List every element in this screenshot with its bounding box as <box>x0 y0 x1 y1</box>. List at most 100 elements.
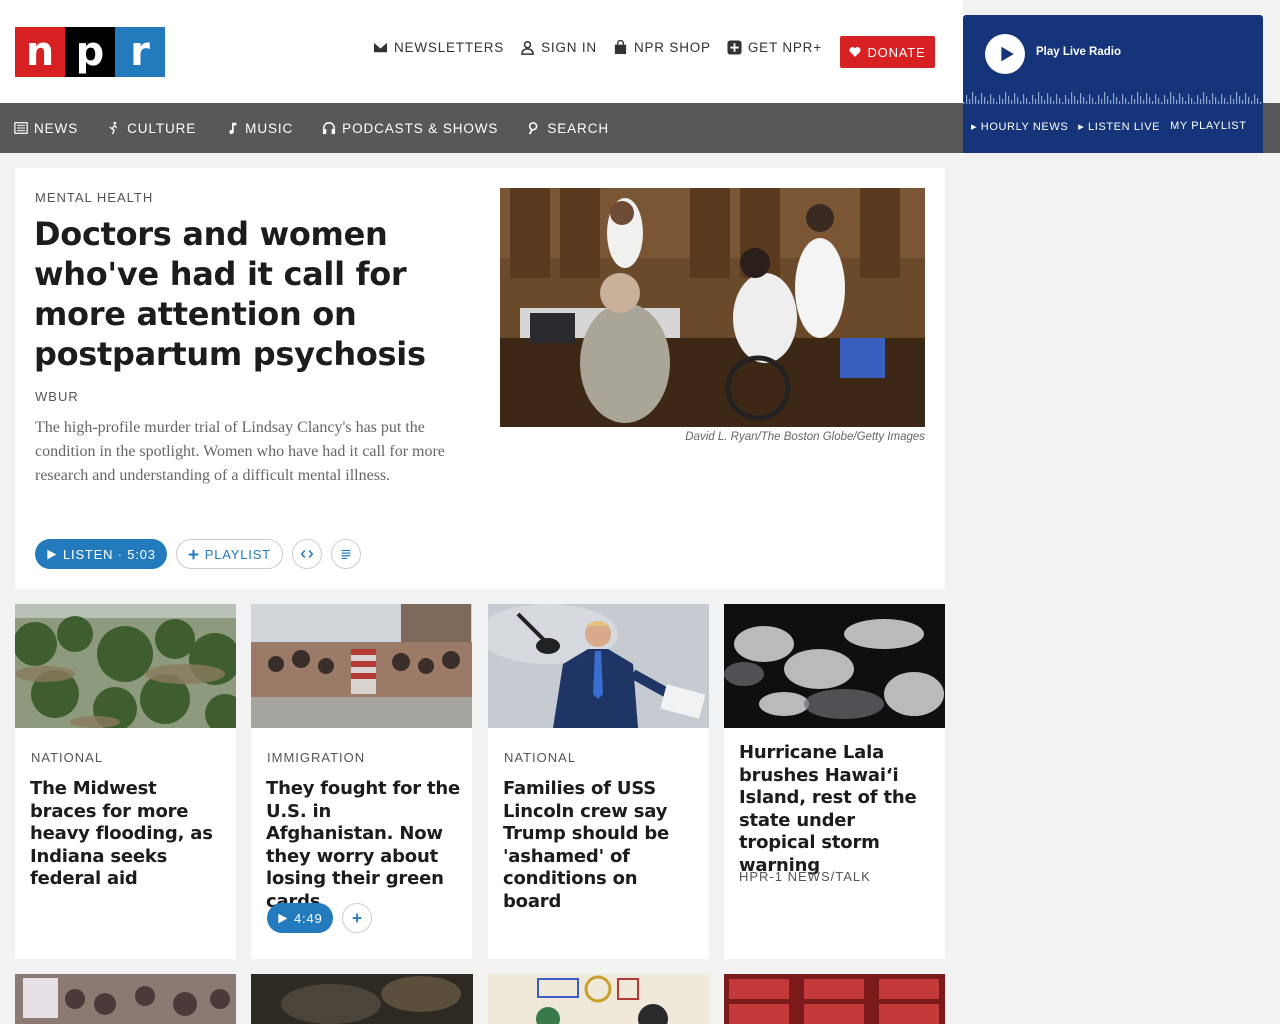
featured-actions: LISTEN · 5:03 PLAYLIST <box>35 539 361 569</box>
transcript-button[interactable] <box>330 539 361 569</box>
story-image[interactable] <box>251 604 472 728</box>
nav-item-culture[interactable]: CULTURE <box>107 121 196 136</box>
waveform-bar <box>1113 93 1115 104</box>
logo-letter-n: n <box>15 27 65 77</box>
embed-button[interactable] <box>291 539 322 569</box>
waveform-bar <box>1011 100 1013 104</box>
nav-item-podcasts[interactable]: PODCASTS & SHOWS <box>322 121 498 136</box>
waveform-bar <box>1128 102 1130 104</box>
hourly-news-link[interactable]: ▸ HOURLY NEWS <box>971 120 1068 133</box>
my-playlist-link[interactable]: MY PLAYLIST <box>1170 120 1247 133</box>
sign-in-link[interactable]: SIGN IN <box>520 40 597 55</box>
waveform-bar <box>1218 101 1220 104</box>
play-live-radio-label: Play Live Radio <box>1036 46 1122 58</box>
waveform-bar <box>1071 92 1073 104</box>
waveform-bar <box>1176 100 1178 104</box>
waveform-bar <box>1257 98 1259 104</box>
newsletters-link[interactable]: NEWSLETTERS <box>373 40 504 55</box>
waveform-bar <box>1056 94 1058 104</box>
story-card-image-partial[interactable] <box>724 974 945 1024</box>
waveform-bar <box>987 101 989 104</box>
nav-item-music[interactable]: MUSIC <box>225 121 293 136</box>
get-npr-plus-link[interactable]: GET NPR+ <box>727 40 822 55</box>
npr-shop-link[interactable]: NPR SHOP <box>613 40 711 55</box>
story-image[interactable] <box>15 604 236 728</box>
waveform-bar <box>1203 92 1205 104</box>
featured-image[interactable] <box>500 188 925 427</box>
listen-button[interactable]: 4:49 <box>267 903 333 933</box>
story-slug[interactable]: IMMIGRATION <box>267 750 365 765</box>
story-slug[interactable]: NATIONAL <box>504 750 576 765</box>
donate-button[interactable]: DONATE <box>840 36 935 68</box>
waveform-bar <box>1077 100 1079 104</box>
waveform-bar <box>1065 95 1067 104</box>
waveform-bar <box>1083 97 1085 104</box>
waveform-bar <box>1023 94 1025 104</box>
waveform-bar <box>1215 97 1217 104</box>
waveform-bar <box>1170 92 1172 104</box>
plus-square-icon <box>727 40 742 55</box>
waveform-bar <box>1044 100 1046 104</box>
waveform-bar <box>1251 101 1253 104</box>
culture-icon <box>109 121 118 135</box>
play-icon <box>278 913 288 923</box>
waveform-bar <box>1245 93 1247 104</box>
waveform-bar <box>1035 99 1037 104</box>
listen-button[interactable]: LISTEN · 5:03 <box>35 539 167 569</box>
featured-slug[interactable]: MENTAL HEALTH <box>35 190 153 205</box>
featured-teaser[interactable]: The high-profile murder trial of Lindsay… <box>35 416 463 488</box>
trump-photo <box>488 604 709 728</box>
waveform-bar <box>1152 101 1154 104</box>
nav-item-search-label: SEARCH <box>547 120 610 136</box>
waveform-bar <box>1221 94 1223 104</box>
story-title[interactable]: They fought for the U.S. in Afghanistan.… <box>266 778 462 913</box>
waveform-bar <box>1020 101 1022 104</box>
waveform-bar <box>1188 94 1190 104</box>
add-to-playlist-button[interactable] <box>341 903 372 933</box>
npr-logo[interactable]: n p r <box>15 27 165 77</box>
featured-org: WBUR <box>35 389 79 404</box>
waveform-bar <box>1260 102 1262 104</box>
waveform-bar <box>972 92 974 104</box>
nav-item-search[interactable]: SEARCH <box>527 121 609 136</box>
story-image[interactable] <box>488 604 709 728</box>
waveform-bar <box>1005 92 1007 104</box>
featured-title[interactable]: Doctors and women who've had it call for… <box>34 214 474 374</box>
story-card-image-partial[interactable] <box>488 974 709 1024</box>
waveform-bar <box>978 100 980 104</box>
play-live-radio-button[interactable] <box>985 34 1025 74</box>
waveform-bar <box>1041 96 1043 104</box>
waveform-bar <box>1185 101 1187 104</box>
waveform-bar <box>1179 93 1181 104</box>
waveform-bar <box>1131 95 1133 104</box>
nav-item-news[interactable]: NEWS <box>14 121 78 136</box>
story-card: IMMIGRATION They fought for the U.S. in … <box>251 604 472 959</box>
story-image[interactable] <box>724 604 945 728</box>
newsletters-label: NEWSLETTERS <box>394 40 505 55</box>
story-card-image-partial[interactable] <box>15 974 236 1024</box>
story-title[interactable]: Families of USS Lincoln crew say Trump s… <box>503 778 699 913</box>
waveform-bar <box>1140 96 1142 104</box>
waveform-bar <box>1002 99 1004 104</box>
music-note-icon <box>229 122 237 135</box>
add-to-playlist-button[interactable]: PLAYLIST <box>175 539 283 569</box>
story-slug[interactable]: NATIONAL <box>31 750 103 765</box>
code-icon <box>300 549 314 559</box>
envelope-icon <box>373 42 388 53</box>
waveform-bar <box>1062 102 1064 104</box>
waveform-bar <box>1014 93 1016 104</box>
featured-story: MENTAL HEALTH Doctors and women who've h… <box>15 168 945 589</box>
story-title[interactable]: The Midwest braces for more heavy floodi… <box>30 778 226 891</box>
satellite-photo <box>724 604 945 728</box>
story-org: HPR-1 NEWS/TALK <box>739 869 871 884</box>
waveform-bar <box>1167 99 1169 104</box>
waveform-bar <box>1191 98 1193 104</box>
story-card-image-partial[interactable] <box>251 974 473 1024</box>
waveform-bar <box>1125 98 1127 104</box>
waveform-bar <box>1161 102 1163 104</box>
logo-letter-p: p <box>65 27 115 77</box>
listen-live-link[interactable]: ▸ LISTEN LIVE <box>1078 120 1160 133</box>
waveform-bar <box>1104 92 1106 104</box>
story-title[interactable]: Hurricane Lala brushes Hawai‘i Island, r… <box>739 742 935 877</box>
waveform-graphic <box>963 92 1262 104</box>
